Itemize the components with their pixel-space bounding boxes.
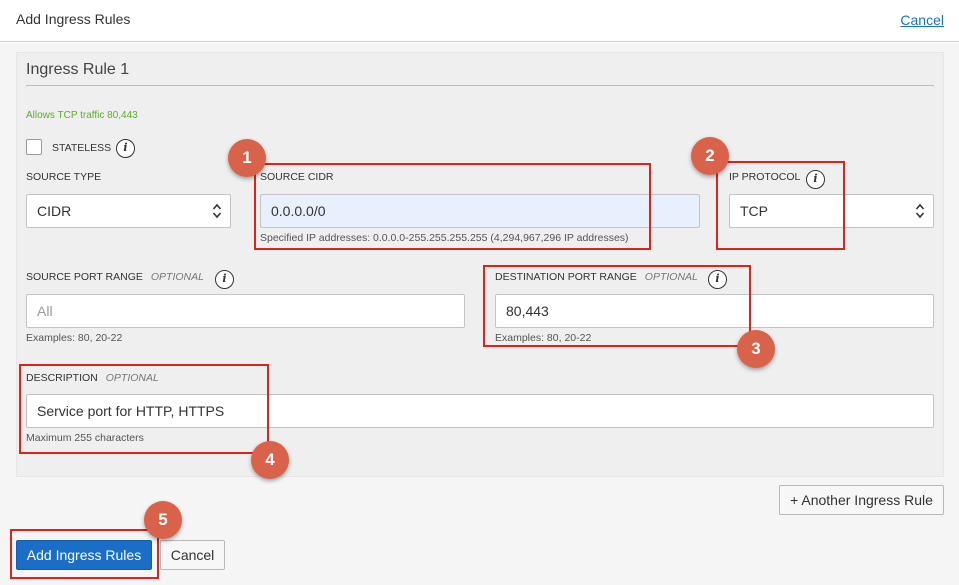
source-port-range-label: SOURCE PORT RANGE OPTIONAL (26, 271, 204, 283)
callout-badge-5: 5 (144, 501, 182, 539)
callout-badge-2: 2 (691, 137, 729, 175)
source-type-value: CIDR (37, 203, 72, 219)
callout-badge-3: 3 (737, 330, 775, 368)
callout-badge-4: 4 (251, 441, 289, 479)
cancel-button[interactable]: Cancel (160, 540, 225, 570)
dialog-header: Add Ingress Rules Cancel (0, 0, 959, 42)
rule-title: Ingress Rule 1 (26, 61, 130, 78)
callout-box-ip-protocol (716, 161, 845, 250)
callout-box-add-button (10, 529, 159, 579)
info-icon[interactable]: i (215, 270, 234, 289)
select-arrows-icon (915, 203, 925, 219)
callout-box-source-cidr (254, 163, 651, 250)
source-port-range-help: Examples: 80, 20-22 (26, 332, 123, 344)
dialog-title: Add Ingress Rules (16, 11, 131, 27)
info-icon[interactable]: i (116, 139, 135, 158)
callout-badge-1: 1 (228, 139, 266, 177)
callout-box-description (19, 364, 269, 454)
rule-summary: Allows TCP traffic 80,443 (26, 110, 138, 121)
callout-box-destination-port (483, 265, 751, 347)
optional-tag: OPTIONAL (150, 271, 204, 283)
source-port-range-input[interactable]: All (26, 294, 465, 328)
stateless-label: STATELESS (52, 142, 112, 154)
header-cancel-link[interactable]: Cancel (900, 12, 944, 28)
source-port-range-label-text: SOURCE PORT RANGE (26, 271, 143, 283)
stateless-checkbox[interactable] (26, 139, 42, 155)
select-arrows-icon (212, 203, 222, 219)
source-type-select[interactable]: CIDR (26, 194, 231, 228)
source-type-label: SOURCE TYPE (26, 171, 102, 183)
rule-divider (26, 85, 934, 86)
another-ingress-rule-button[interactable]: + Another Ingress Rule (779, 485, 944, 515)
